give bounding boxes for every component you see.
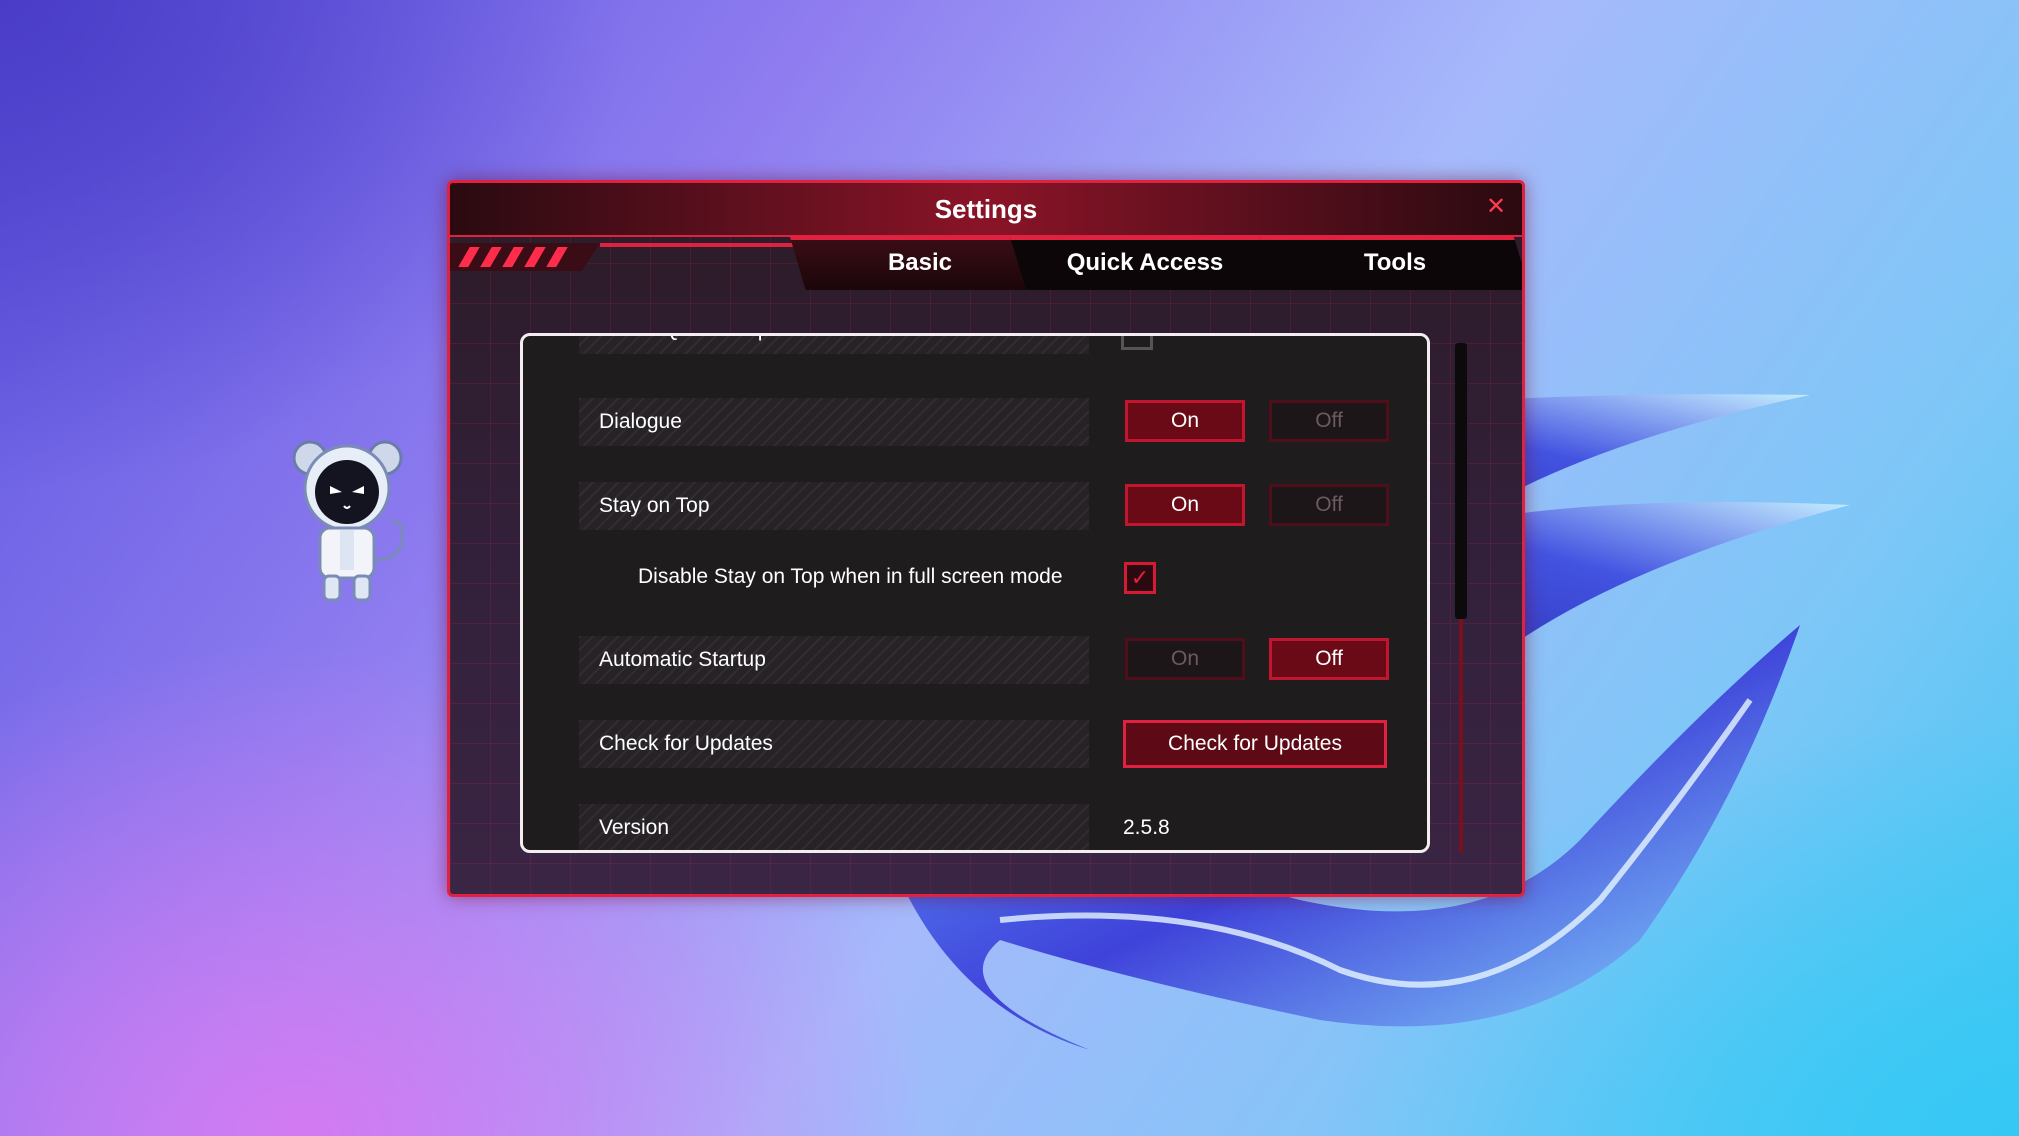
quickswap-checkbox[interactable] — [1121, 336, 1153, 350]
window-title: Settings — [934, 194, 1038, 224]
tab-quick-access-label: Quick Access — [1066, 249, 1224, 276]
tab-bar: Basic Quick Access Tools — [450, 237, 1522, 290]
automatic-startup-on-button[interactable]: On — [1125, 638, 1245, 680]
stay-on-top-off-button[interactable]: Off — [1269, 484, 1389, 526]
check-for-updates-button[interactable]: Check for Updates — [1123, 720, 1387, 768]
desktop-background: Settings ✕ Basic Quick Access Tools Dial… — [0, 0, 2019, 1136]
dialogue-off-button[interactable]: Off — [1269, 400, 1389, 442]
tab-basic-label: Basic — [887, 249, 953, 276]
row-label-check-for-updates: Check for Updates — [579, 720, 1089, 768]
stay-on-top-on-button[interactable]: On — [1125, 484, 1245, 526]
settings-panel: Action QuickSwap Dialogue On Off Stay on… — [520, 333, 1430, 853]
mascot-character — [292, 440, 404, 602]
row-label-action-quickswap: Action QuickSwap — [579, 336, 1089, 354]
fullscreen-disable-label: Disable Stay on Top when in full screen … — [638, 565, 1063, 588]
row-label-dialogue: Dialogue — [579, 398, 1089, 446]
row-label-automatic-startup: Automatic Startup — [579, 636, 1089, 684]
close-icon[interactable]: ✕ — [1484, 195, 1508, 219]
row-label-stay-on-top: Stay on Top — [579, 482, 1089, 530]
decorative-stripes — [450, 243, 600, 271]
settings-window: Settings ✕ Basic Quick Access Tools Dial… — [447, 180, 1525, 897]
automatic-startup-off-button[interactable]: Off — [1269, 638, 1389, 680]
scrollbar-thumb[interactable] — [1455, 343, 1467, 619]
row-label-version: Version — [579, 804, 1089, 850]
tab-tools-label: Tools — [1363, 249, 1427, 276]
fullscreen-disable-checkbox[interactable]: ✓ — [1124, 562, 1156, 594]
version-value: 2.5.8 — [1123, 816, 1170, 839]
tab-tools[interactable]: Tools — [1260, 237, 1522, 290]
tab-quick-access[interactable]: Quick Access — [1010, 237, 1280, 290]
dialogue-on-button[interactable]: On — [1125, 400, 1245, 442]
